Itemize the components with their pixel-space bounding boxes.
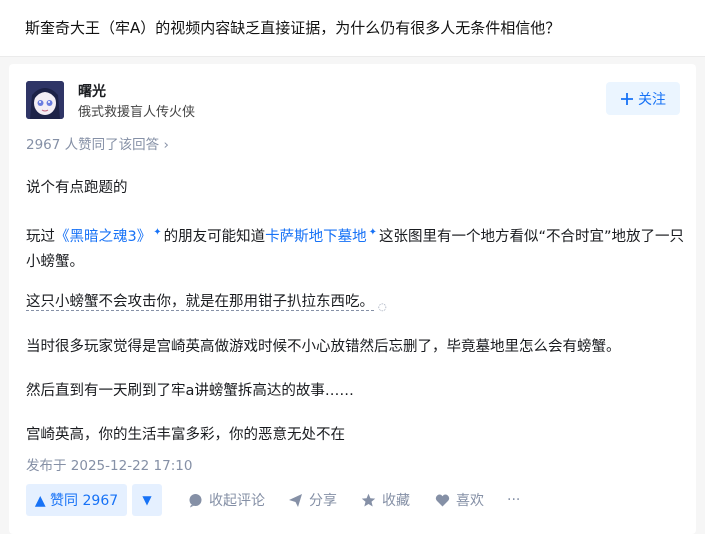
paragraph-2-text: 玩过 bbox=[26, 228, 55, 245]
like-button[interactable]: 喜欢 bbox=[435, 484, 484, 516]
plus-icon bbox=[621, 92, 633, 105]
answer-card: 曙光 俄式救援盲人传火侠 关注 2967 人赞同了该回答 › 说个有点跑题的 玩… bbox=[9, 64, 696, 534]
vote-up-button[interactable]: ▲ 赞同 2967 bbox=[26, 484, 127, 516]
share-label: 分享 bbox=[309, 493, 337, 509]
sparkle-icon: ✦ bbox=[153, 227, 162, 238]
like-label: 喜欢 bbox=[456, 493, 484, 509]
heart-icon bbox=[435, 494, 450, 506]
author-name[interactable]: 曙光 bbox=[78, 81, 106, 101]
favorite-label: 收藏 bbox=[382, 493, 410, 509]
paragraph-6: 宫崎英高，你的生活丰富多彩，你的恶意无处不在 bbox=[26, 426, 345, 443]
paragraph-1: 说个有点跑题的 bbox=[26, 180, 128, 196]
favorite-button[interactable]: 收藏 bbox=[361, 484, 410, 516]
more-button[interactable]: ··· bbox=[507, 484, 520, 516]
collapse-comments-label: 收起评论 bbox=[209, 493, 265, 509]
comment-bubble-icon[interactable]: ◌ bbox=[378, 302, 387, 313]
sparkle-icon: ✦ bbox=[368, 227, 378, 238]
vote-summary[interactable]: 2967 人赞同了该回答 › bbox=[26, 133, 169, 153]
follow-label: 关注 bbox=[638, 91, 666, 108]
comment-icon bbox=[189, 493, 202, 507]
share-button[interactable]: 分享 bbox=[288, 484, 337, 516]
location-link[interactable]: 卡萨斯地下墓地 bbox=[265, 229, 367, 245]
answer-content: 说个有点跑题的 玩过《黑暗之魂3》 ✦ 的朋友可能知道卡萨斯地下墓地 ✦ 这张图里有一个… bbox=[26, 176, 686, 448]
collapse-comments-button[interactable]: 收起评论 bbox=[188, 484, 265, 516]
publish-time[interactable]: 发布于 2025-12-22 17:10 bbox=[26, 454, 192, 474]
highlighted-text[interactable]: 这只小螃蟹不会攻击你，就是在那用钳子扒拉东西吃。 bbox=[26, 293, 374, 311]
avatar-image bbox=[26, 81, 64, 119]
share-icon bbox=[289, 493, 302, 507]
question-title[interactable]: 斯奎奇大王（牢A）的视频内容缺乏直接证据，为什么仍有很多人无条件相信他？ bbox=[25, 17, 560, 38]
follow-button[interactable]: 关注 bbox=[606, 82, 680, 115]
paragraph-2: 玩过《黑暗之魂3》 ✦ 的朋友可能知道卡萨斯地下墓地 ✦ 这张图里有一个地方看似“不合时… bbox=[26, 220, 686, 275]
avatar[interactable] bbox=[26, 81, 64, 119]
paragraph-2-text: 的朋友可能知道 bbox=[163, 228, 266, 245]
paragraph-5: 然后直到有一天刷到了牢a讲螃蟹拆高达的故事…… bbox=[26, 382, 354, 399]
paragraph-4: 当时很多玩家觉得是宫崎英高做游戏时候不小心放错然后忘删了，毕竟墓地里怎么会有螃蟹… bbox=[26, 338, 621, 355]
action-bar: ▲ 赞同 2967 ▼ 收起评论 分享 收藏 喜欢 ··· bbox=[26, 484, 686, 518]
question-header: 斯奎奇大王（牢A）的视频内容缺乏直接证据，为什么仍有很多人无条件相信他？ bbox=[0, 0, 705, 57]
star-icon bbox=[361, 493, 376, 506]
vote-down-button[interactable]: ▼ bbox=[132, 484, 162, 516]
game-link[interactable]: 《黑暗之魂3》 bbox=[55, 229, 151, 245]
author-bio: 俄式救援盲人传火侠 bbox=[78, 105, 196, 120]
paragraph-3: 这只小螃蟹不会攻击你，就是在那用钳子扒拉东西吃。 ◌ bbox=[26, 290, 686, 320]
